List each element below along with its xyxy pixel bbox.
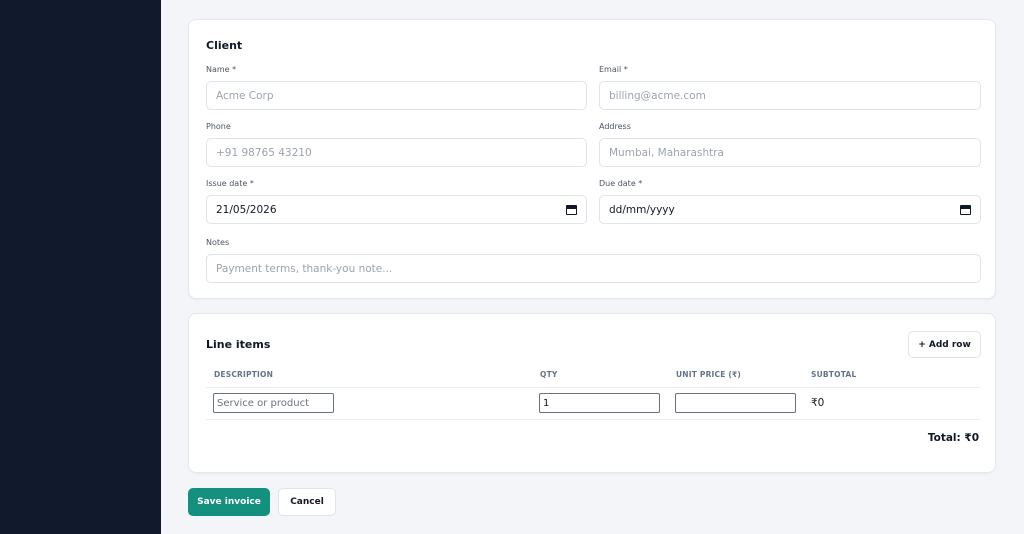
cancel-button[interactable]: Cancel	[278, 488, 336, 516]
issue-date-label: Issue date *	[206, 179, 254, 188]
column-header-unit-price: UNIT PRICE (₹)	[676, 370, 742, 379]
phone-input[interactable]: +91 98765 43210	[206, 138, 587, 167]
line-items-card: Line items + Add row DESCRIPTION QTY UNI…	[188, 313, 996, 473]
column-header-subtotal: SUBTOTAL	[811, 370, 857, 379]
notes-placeholder: Payment terms, thank-you note...	[216, 262, 393, 275]
save-invoice-button[interactable]: Save invoice	[188, 488, 270, 516]
name-input[interactable]: Acme Corp	[206, 81, 587, 110]
qty-input[interactable]: 1	[539, 393, 660, 413]
notes-input[interactable]: Payment terms, thank-you note...	[206, 254, 981, 283]
client-section-title: Client	[206, 39, 243, 52]
address-label: Address	[599, 122, 631, 131]
client-card: Client Name * Acme Corp Email * billing@…	[188, 19, 996, 299]
phone-label: Phone	[206, 122, 231, 131]
due-date-value: dd/mm/yyyy	[609, 203, 675, 216]
email-input[interactable]: billing@acme.com	[599, 81, 981, 110]
due-date-input[interactable]: dd/mm/yyyy	[599, 195, 981, 224]
name-label: Name *	[206, 65, 237, 74]
issue-date-value: 21/05/2026	[216, 203, 277, 216]
email-placeholder: billing@acme.com	[609, 89, 706, 102]
add-row-button[interactable]: + Add row	[908, 331, 981, 358]
main-content: Client Name * Acme Corp Email * billing@…	[161, 0, 1024, 534]
header-divider	[206, 387, 981, 388]
row-divider	[206, 419, 981, 420]
sidebar	[0, 0, 161, 534]
name-placeholder: Acme Corp	[216, 89, 274, 102]
description-input[interactable]: Service or product	[213, 393, 334, 413]
address-placeholder: Mumbai, Maharashtra	[609, 146, 724, 159]
due-date-label: Due date *	[599, 179, 643, 188]
calendar-icon[interactable]	[960, 204, 971, 215]
row-subtotal: ₹0	[811, 397, 825, 409]
address-input[interactable]: Mumbai, Maharashtra	[599, 138, 981, 167]
invoice-total: Total: ₹0	[927, 432, 979, 444]
description-placeholder: Service or product	[217, 397, 310, 409]
column-header-description: DESCRIPTION	[214, 370, 274, 379]
email-label: Email *	[599, 65, 628, 74]
column-header-qty: QTY	[540, 370, 558, 379]
notes-label: Notes	[206, 238, 230, 247]
phone-placeholder: +91 98765 43210	[216, 146, 312, 159]
unit-price-input[interactable]	[675, 393, 796, 413]
qty-value: 1	[543, 397, 550, 409]
calendar-icon[interactable]	[566, 204, 577, 215]
line-items-title: Line items	[206, 338, 271, 351]
issue-date-input[interactable]: 21/05/2026	[206, 195, 587, 224]
